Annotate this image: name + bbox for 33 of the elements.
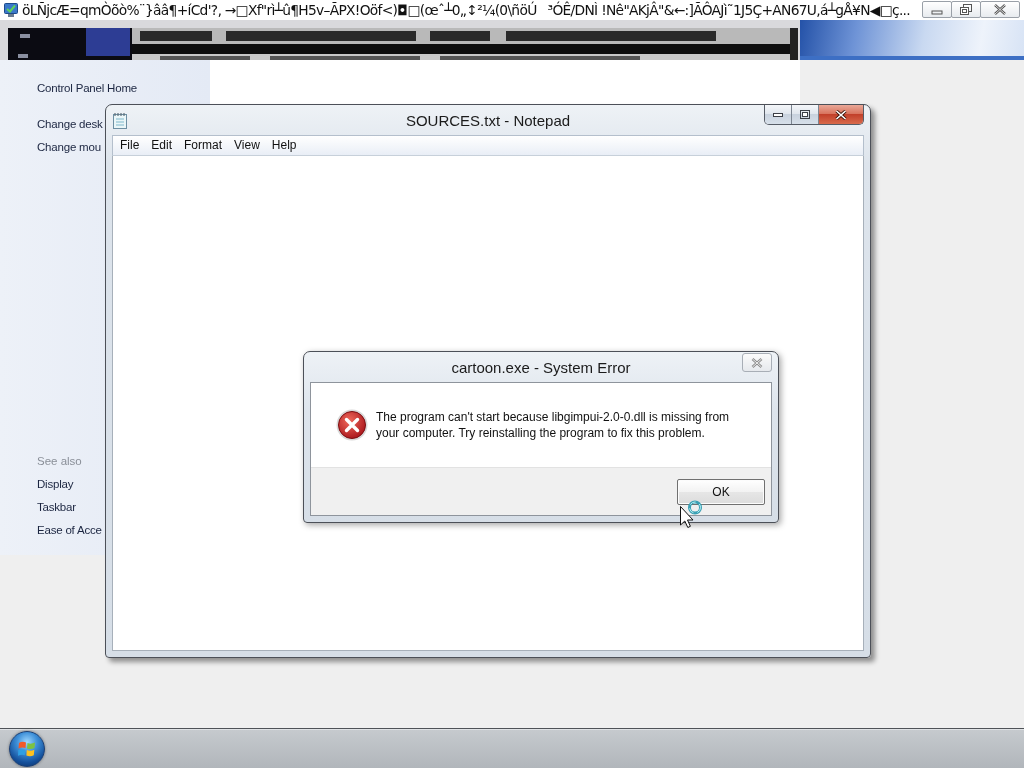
monitor-icon bbox=[4, 3, 18, 17]
window-title: SOURCES.txt - Notepad bbox=[405, 111, 571, 129]
start-button[interactable] bbox=[9, 730, 45, 767]
error-icon bbox=[336, 409, 368, 441]
sidebar-link[interactable]: Ease of Acce bbox=[37, 519, 102, 542]
close-button[interactable] bbox=[742, 353, 772, 372]
menu-item[interactable]: File bbox=[114, 136, 146, 155]
sidebar-link[interactable]: Control Panel Home bbox=[37, 77, 137, 100]
menu-item[interactable]: Help bbox=[265, 136, 303, 155]
notepad-icon bbox=[112, 111, 128, 129]
close-button[interactable] bbox=[980, 1, 1020, 18]
menu-item[interactable]: Format bbox=[178, 136, 229, 155]
minimize-button[interactable] bbox=[765, 105, 792, 124]
minimize-icon bbox=[773, 112, 783, 117]
sidebar-link[interactable]: Change mou bbox=[37, 136, 101, 159]
close-icon bbox=[751, 357, 763, 368]
close-icon bbox=[993, 4, 1007, 15]
maximize-icon bbox=[800, 110, 810, 119]
menu-item[interactable]: View bbox=[228, 136, 266, 155]
menu-item[interactable]: Edit bbox=[145, 136, 179, 155]
sidebar-link[interactable]: Change desk bbox=[37, 113, 103, 136]
restore-icon bbox=[960, 4, 972, 15]
close-icon bbox=[835, 109, 847, 120]
sidebar-link[interactable]: Taskbar bbox=[37, 496, 76, 519]
window-title: öLÑjcÆ=qmÒõò%¨}ââ¶+íCd'?‚ →□Xf"rì┴û¶H5v–ÃPX!Oöf<)◘□(œˆ┴0„↕²¼(0\ñöÚ ³ÓÊ/DNÌ !Nê"AKjÂ"&←:]ÃÔAJì˜1J5Ç+AN67U,á┴gÅ¥N◀□ç... bbox=[22, 0, 910, 20]
ok-button[interactable]: OK bbox=[677, 479, 765, 505]
close-button[interactable] bbox=[819, 105, 863, 124]
section-heading: See also bbox=[37, 454, 82, 469]
restore-button[interactable] bbox=[951, 1, 981, 18]
maximize-button[interactable] bbox=[792, 105, 819, 124]
error-message: The program can't start because libgimpui-2.0-0.dll is missing from your computer. Try reinstalling the program to fix this problem. bbox=[376, 409, 731, 441]
dialog-title: cartoon.exe - System Error bbox=[451, 358, 631, 376]
sidebar-link[interactable]: Display bbox=[37, 473, 74, 496]
